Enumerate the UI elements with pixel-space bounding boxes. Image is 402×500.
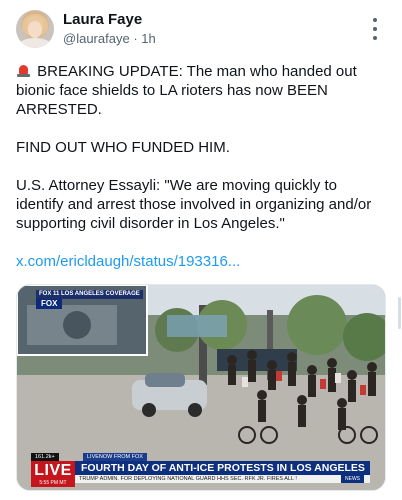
post-body: BREAKING UPDATE: The man who handed out … [16,62,386,271]
post-time[interactable]: 1h [141,31,155,46]
meta-separator: · [133,31,138,46]
news-ticker: TRUMP ADMIN. FOR DEPLOYING NATIONAL GUAR… [75,475,370,483]
ticker-tag: NEWS [341,475,364,483]
live-badge: LIVE [31,461,75,480]
post-text-1: BREAKING UPDATE: The man who handed out … [16,63,357,118]
post-link[interactable]: x.com/ericldaugh/status/193316... [16,253,240,270]
more-vertical-icon[interactable] [368,18,382,40]
broadcast-time: 5:55 PM MT [31,480,75,487]
author-handle[interactable]: @laurafaye [63,31,130,46]
fox-logo: FOX [36,299,63,309]
author-meta: @laurafaye · 1h [63,31,156,46]
scrollbar-thumb[interactable] [398,297,401,329]
post-paragraph-1: BREAKING UPDATE: The man who handed out … [16,62,386,119]
post-paragraph-3: U.S. Attorney Essayli: "We are moving qu… [16,177,372,232]
media-video[interactable] [16,284,386,491]
inset-coverage-label: FOX 11 LOS ANGELES COVERAGE [36,290,143,299]
post-link-wrap: x.com/ericldaugh/status/193316... [16,252,386,271]
post-paragraph-2: FIND OUT WHO FUNDED HIM. [16,139,230,156]
avatar[interactable] [16,10,54,48]
channel-bug: 161.2k+ [31,453,59,461]
author-name[interactable]: Laura Faye [63,11,142,28]
police-siren-icon [16,64,31,77]
headline-banner: FOURTH DAY OF ANTI-ICE PROTESTS IN LOS A… [75,461,370,475]
livenow-label: LIVENOW FROM FOX [83,453,147,461]
